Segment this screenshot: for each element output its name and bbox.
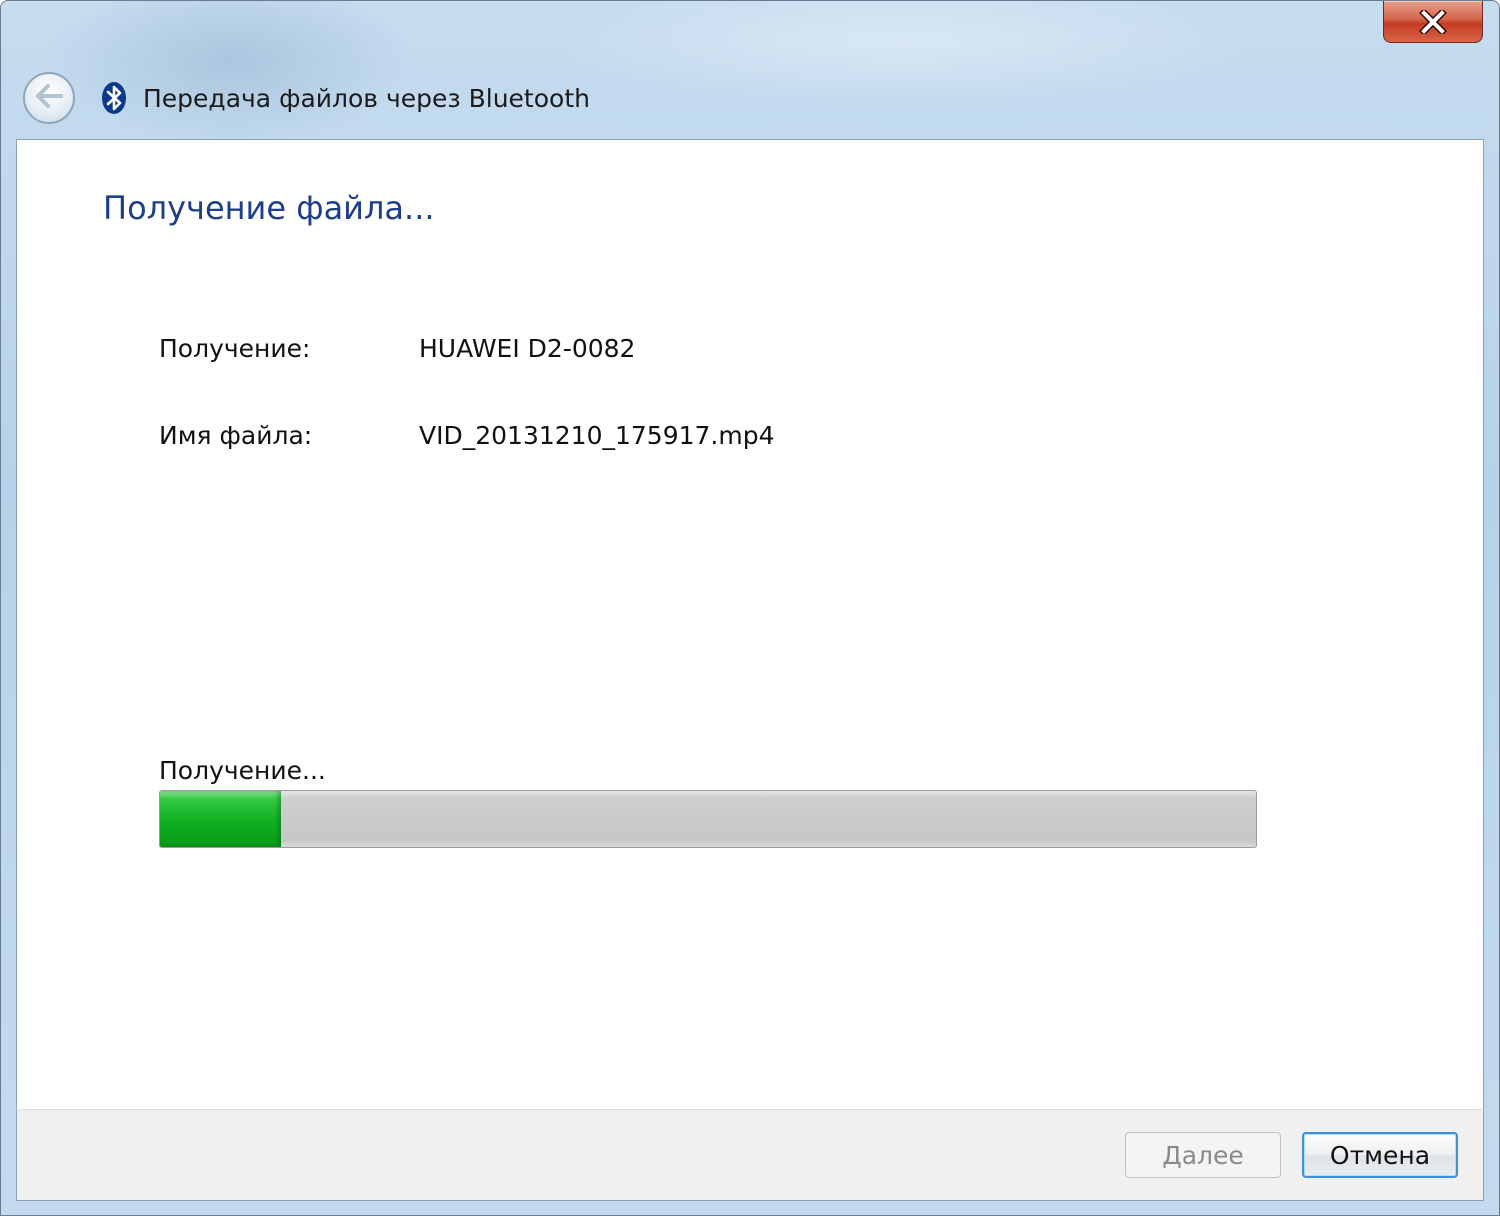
- progress-fill: [160, 791, 281, 847]
- window-title: Передача файлов через Bluetooth: [143, 84, 590, 113]
- close-button[interactable]: [1383, 1, 1483, 43]
- page-heading: Получение файла...: [103, 189, 435, 227]
- progress-label: Получение...: [159, 756, 326, 785]
- content-panel: Получение файла... Получение: HUAWEI D2-…: [16, 139, 1484, 1109]
- cancel-button[interactable]: Отмена: [1302, 1132, 1458, 1178]
- back-arrow-icon: [34, 83, 64, 113]
- filename-value: VID_20131210_175917.mp4: [419, 421, 775, 450]
- next-button[interactable]: Далее: [1125, 1132, 1281, 1178]
- progress-bar: [159, 790, 1257, 848]
- bluetooth-transfer-window: Передача файлов через Bluetooth Получени…: [0, 0, 1500, 1216]
- filename-label: Имя файла:: [159, 421, 313, 450]
- sender-value: HUAWEI D2-0082: [419, 334, 636, 363]
- button-bar: Далее Отмена: [16, 1109, 1484, 1201]
- bluetooth-icon: [99, 81, 129, 115]
- back-button[interactable]: [23, 72, 75, 124]
- sender-label: Получение:: [159, 334, 311, 363]
- close-icon: [1418, 9, 1448, 34]
